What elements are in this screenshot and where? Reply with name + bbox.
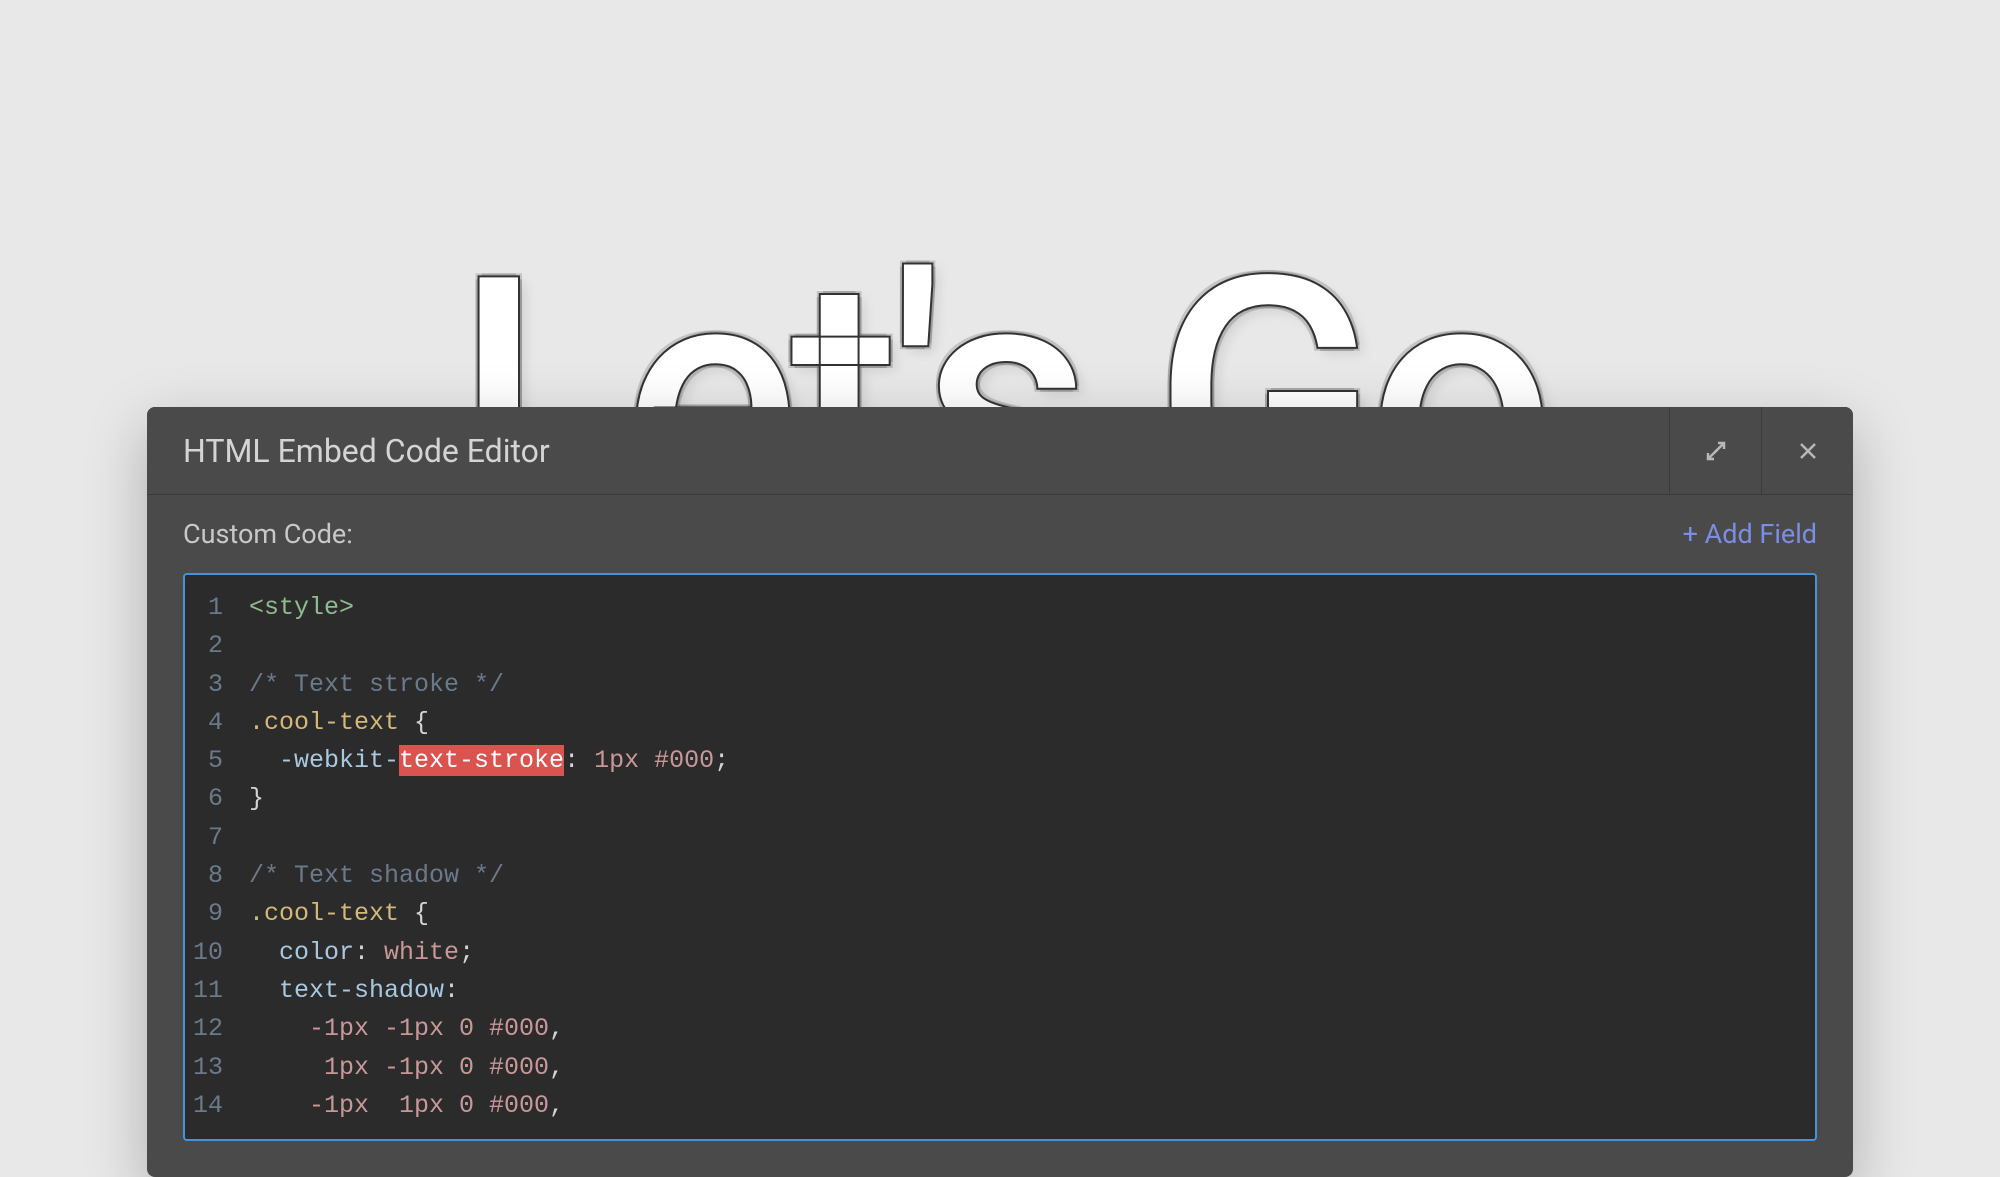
line-number: 10 bbox=[185, 934, 249, 972]
line-content: -webkit-text-stroke: 1px #000; bbox=[249, 742, 729, 780]
modal-header-buttons bbox=[1669, 407, 1853, 494]
line-content: /* Text shadow */ bbox=[249, 857, 504, 895]
code-line: 2 bbox=[185, 627, 1815, 665]
add-field-button[interactable]: + Add Field bbox=[1683, 518, 1817, 550]
line-number: 4 bbox=[185, 704, 249, 742]
line-content: /* Text stroke */ bbox=[249, 666, 504, 704]
expand-button[interactable] bbox=[1669, 407, 1761, 494]
line-number: 12 bbox=[185, 1010, 249, 1048]
close-button[interactable] bbox=[1761, 407, 1853, 494]
code-line: 7 bbox=[185, 819, 1815, 857]
code-line: 11 text-shadow: bbox=[185, 972, 1815, 1010]
line-number: 6 bbox=[185, 780, 249, 818]
line-content: -1px -1px 0 #000, bbox=[249, 1010, 564, 1048]
code-line: 1<style> bbox=[185, 589, 1815, 627]
modal-subheader: Custom Code: + Add Field bbox=[147, 495, 1853, 573]
line-number: 14 bbox=[185, 1087, 249, 1125]
modal-header: HTML Embed Code Editor bbox=[147, 407, 1853, 495]
modal-title: HTML Embed Code Editor bbox=[183, 432, 550, 470]
line-number: 11 bbox=[185, 972, 249, 1010]
code-line: 4.cool-text { bbox=[185, 704, 1815, 742]
line-number: 9 bbox=[185, 895, 249, 933]
line-content: 1px -1px 0 #000, bbox=[249, 1049, 564, 1087]
line-content: } bbox=[249, 780, 264, 818]
code-editor-textarea[interactable]: 1<style>23/* Text stroke */4.cool-text {… bbox=[183, 573, 1817, 1141]
code-editor-modal: HTML Embed Code Editor Custom Code: + Ad… bbox=[147, 407, 1853, 1177]
line-number: 13 bbox=[185, 1049, 249, 1087]
code-line: 6} bbox=[185, 780, 1815, 818]
line-content: .cool-text { bbox=[249, 895, 429, 933]
line-number: 1 bbox=[185, 589, 249, 627]
line-number: 5 bbox=[185, 742, 249, 780]
line-content: text-shadow: bbox=[249, 972, 459, 1010]
line-content: .cool-text { bbox=[249, 704, 429, 742]
line-number: 7 bbox=[185, 819, 249, 857]
line-number: 3 bbox=[185, 666, 249, 704]
code-line: 9.cool-text { bbox=[185, 895, 1815, 933]
code-line: 12 -1px -1px 0 #000, bbox=[185, 1010, 1815, 1048]
line-number: 2 bbox=[185, 627, 249, 665]
expand-icon bbox=[1704, 439, 1728, 463]
code-line: 3/* Text stroke */ bbox=[185, 666, 1815, 704]
line-number: 8 bbox=[185, 857, 249, 895]
line-content: -1px 1px 0 #000, bbox=[249, 1087, 564, 1125]
custom-code-label: Custom Code: bbox=[183, 518, 353, 550]
code-line: 10 color: white; bbox=[185, 934, 1815, 972]
code-line: 14 -1px 1px 0 #000, bbox=[185, 1087, 1815, 1125]
code-line: 8/* Text shadow */ bbox=[185, 857, 1815, 895]
line-content: color: white; bbox=[249, 934, 474, 972]
close-icon bbox=[1796, 439, 1820, 463]
line-content: <style> bbox=[249, 589, 354, 627]
code-line: 13 1px -1px 0 #000, bbox=[185, 1049, 1815, 1087]
code-line: 5 -webkit-text-stroke: 1px #000; bbox=[185, 742, 1815, 780]
